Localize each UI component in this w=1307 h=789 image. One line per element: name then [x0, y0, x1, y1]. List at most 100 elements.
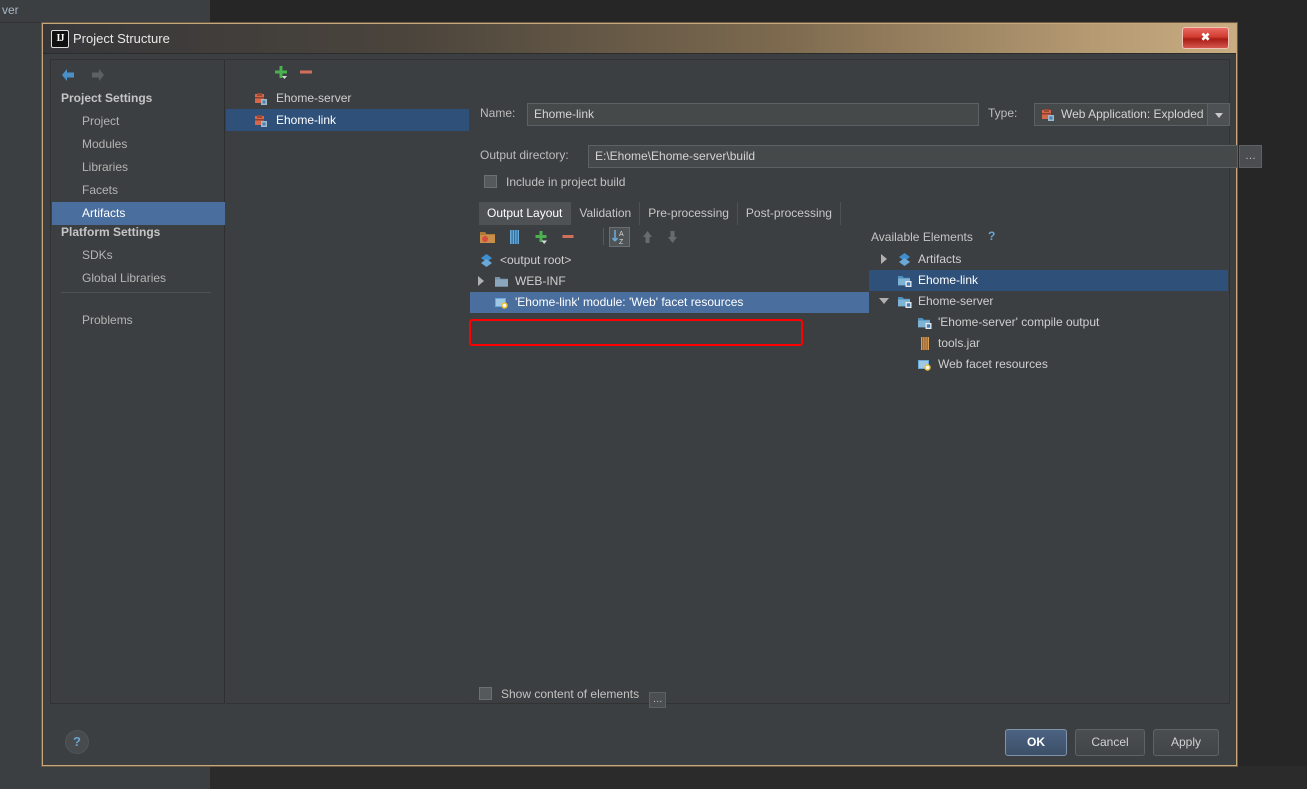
- editor-tabs: Output Layout Validation Pre-processing …: [479, 202, 841, 225]
- jar-icon: [917, 336, 932, 351]
- show-content-options-button[interactable]: …: [649, 692, 667, 708]
- tree-row[interactable]: 'Ehome-server' compile output: [869, 312, 1228, 333]
- tree-row[interactable]: Web facet resources: [869, 354, 1228, 375]
- tree-row[interactable]: <output root>: [470, 250, 869, 271]
- ide-tab-label: ver: [2, 3, 19, 17]
- intellij-logo-icon: IJ: [51, 30, 69, 48]
- dialog-title: Project Structure: [73, 31, 170, 46]
- chevron-down-icon[interactable]: [1207, 104, 1229, 125]
- chevron-right-icon[interactable]: [879, 254, 890, 265]
- tree-row[interactable]: WEB-INF: [470, 271, 869, 292]
- list-item[interactable]: Ehome-link: [226, 109, 469, 131]
- artifact-icon: [479, 253, 494, 268]
- close-icon[interactable]: ✖: [1182, 27, 1229, 49]
- artifact-editor-panel: Name: Ehome-link Type: Web Application: …: [470, 59, 1262, 708]
- project-structure-dialog: IJ Project Structure ✖ Project Settings …: [42, 23, 1262, 766]
- sidebar-item-facets[interactable]: Facets: [52, 179, 225, 202]
- toolbar-separator: [603, 228, 604, 245]
- tab-pre-processing[interactable]: Pre-processing: [640, 202, 738, 225]
- tree-row-label: 'Ehome-server' compile output: [938, 315, 1100, 329]
- list-item-label: Ehome-server: [276, 91, 352, 105]
- tree-row[interactable]: Artifacts: [869, 249, 1228, 270]
- output-directory-label: Output directory:: [480, 148, 569, 162]
- list-item[interactable]: Ehome-server: [226, 87, 469, 109]
- artifacts-toolbar: [226, 60, 469, 85]
- sidebar-item-libraries[interactable]: Libraries: [52, 156, 225, 179]
- sidebar-heading-project-settings: Project Settings: [61, 91, 153, 105]
- sidebar-item-sdks[interactable]: SDKs: [52, 244, 225, 267]
- artifact-icon: [897, 252, 912, 267]
- include-in-build-checkbox[interactable]: Include in project build: [484, 175, 625, 193]
- sidebar-heading-platform-settings: Platform Settings: [61, 225, 161, 239]
- artifact-icon: [254, 91, 269, 105]
- type-combobox[interactable]: Web Application: Exploded: [1034, 103, 1230, 126]
- output-layout-split: A Z <output root> WEB-INF 'Ehome-link' m…: [470, 225, 1228, 680]
- facet-resources-icon: [917, 357, 932, 372]
- web-application-icon: [1041, 108, 1056, 122]
- output-directory-input[interactable]: E:\Ehome\Ehome-server\build: [588, 145, 1238, 168]
- checkbox-box[interactable]: [484, 175, 497, 188]
- sidebar-item-artifacts[interactable]: Artifacts: [52, 202, 225, 225]
- tree-row-label: Ehome-server: [918, 294, 994, 308]
- move-down-icon[interactable]: [664, 229, 681, 245]
- tree-row[interactable]: tools.jar: [869, 333, 1228, 354]
- arrow-right-icon[interactable]: [89, 66, 107, 84]
- output-layout-tree[interactable]: <output root> WEB-INF 'Ehome-link' modul…: [470, 250, 869, 680]
- tab-validation[interactable]: Validation: [571, 202, 641, 225]
- tab-post-processing[interactable]: Post-processing: [738, 202, 841, 225]
- type-value: Web Application: Exploded: [1061, 107, 1204, 121]
- help-icon[interactable]: ?: [65, 730, 89, 754]
- tree-row-label: <output root>: [500, 253, 572, 267]
- add-artifact-icon[interactable]: [273, 64, 289, 80]
- module-icon: [897, 273, 912, 288]
- output-layout-toolbar: A Z: [479, 225, 864, 250]
- dialog-body: Project Settings Project Modules Librari…: [43, 54, 1262, 724]
- svg-text:A: A: [619, 231, 624, 238]
- sidebar-item-problems[interactable]: Problems: [52, 309, 225, 332]
- module-icon: [897, 294, 912, 309]
- tree-row-label: WEB-INF: [515, 274, 566, 288]
- remove-element-icon[interactable]: [560, 229, 577, 245]
- artifact-icon: [254, 113, 269, 127]
- move-up-icon[interactable]: [639, 229, 656, 245]
- tab-output-layout[interactable]: Output Layout: [479, 202, 572, 225]
- svg-text:Z: Z: [619, 239, 624, 246]
- settings-sidebar: Project Settings Project Modules Librari…: [50, 59, 225, 704]
- sidebar-item-global-libraries[interactable]: Global Libraries: [52, 267, 225, 290]
- tree-row-label: Artifacts: [918, 252, 962, 266]
- create-directory-icon[interactable]: [479, 229, 496, 245]
- name-input[interactable]: Ehome-link: [527, 103, 979, 126]
- type-label: Type:: [988, 106, 1018, 120]
- create-archive-icon[interactable]: [506, 229, 523, 245]
- browse-button[interactable]: …: [1239, 145, 1262, 168]
- sort-icon[interactable]: A Z: [609, 227, 630, 247]
- cancel-button[interactable]: Cancel: [1075, 729, 1145, 756]
- show-content-label: Show content of elements: [501, 687, 640, 701]
- remove-artifact-icon[interactable]: [298, 64, 314, 80]
- dialog-footer: ? OK Cancel Apply: [43, 724, 1236, 765]
- dialog-titlebar: IJ Project Structure ✖: [43, 24, 1236, 54]
- help-icon[interactable]: ?: [988, 229, 995, 243]
- available-elements-heading: Available Elements: [871, 230, 973, 244]
- apply-button[interactable]: Apply: [1153, 729, 1219, 756]
- tree-row-label: Ehome-link: [918, 273, 979, 287]
- tree-row[interactable]: 'Ehome-link' module: 'Web' facet resourc…: [470, 292, 869, 313]
- add-element-icon[interactable]: [533, 229, 550, 245]
- available-elements-tree[interactable]: Artifacts Ehome-link Ehome-server 'Ehome…: [869, 249, 1228, 680]
- tree-row[interactable]: Ehome-server: [869, 291, 1228, 312]
- checkbox-box[interactable]: [479, 687, 492, 700]
- tree-row-label: 'Ehome-link' module: 'Web' facet resourc…: [515, 295, 744, 309]
- sidebar-item-modules[interactable]: Modules: [52, 133, 225, 156]
- sidebar-item-project[interactable]: Project: [52, 110, 225, 133]
- folder-icon: [494, 274, 509, 289]
- tree-row[interactable]: Ehome-link: [869, 270, 1228, 291]
- ide-tab-strip: ver: [0, 0, 210, 23]
- ide-status-bar-right: [210, 766, 1307, 789]
- artifacts-list[interactable]: Ehome-server Ehome-link: [226, 87, 469, 702]
- chevron-right-icon[interactable]: [476, 276, 487, 287]
- ok-button[interactable]: OK: [1005, 729, 1067, 756]
- available-elements-panel: Available Elements ? Artifacts Ehome-lin…: [869, 225, 1228, 680]
- chevron-down-icon[interactable]: [879, 296, 890, 307]
- arrow-left-icon[interactable]: [59, 66, 77, 84]
- show-content-checkbox[interactable]: Show content of elements …: [479, 687, 667, 708]
